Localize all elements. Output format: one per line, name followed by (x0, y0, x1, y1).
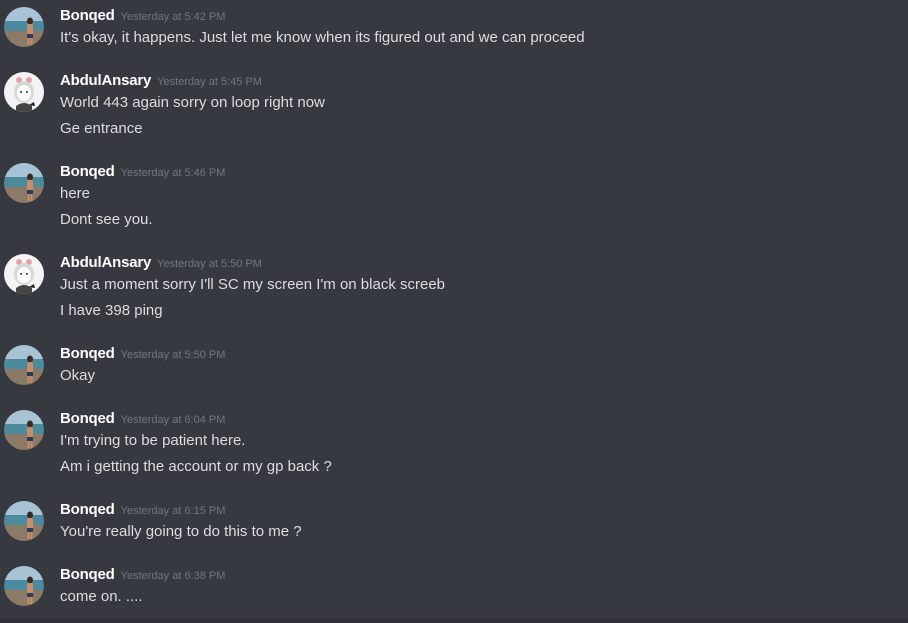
message-text: I'm trying to be patient here. (60, 432, 246, 449)
avatar[interactable] (4, 72, 44, 112)
message-header: Bonqed Yesterday at 5:46 PM (60, 163, 225, 183)
message-header: AbdulAnsary Yesterday at 5:50 PM (60, 254, 262, 274)
message-header: AbdulAnsary Yesterday at 5:45 PM (60, 72, 262, 92)
beach-photo-avatar-icon (4, 163, 44, 203)
avatar[interactable] (4, 345, 44, 385)
avatar[interactable] (4, 501, 44, 541)
timestamp: Yesterday at 6:38 PM (120, 570, 226, 582)
beach-photo-avatar-icon (4, 410, 44, 450)
message-text: Ge entrance (60, 120, 143, 137)
username[interactable]: Bonqed (60, 163, 115, 180)
message-text: World 443 again sorry on loop right now (60, 94, 325, 111)
message-header: Bonqed Yesterday at 6:38 PM (60, 566, 225, 586)
message-text: Just a moment sorry I'll SC my screen I'… (60, 276, 446, 293)
username[interactable]: Bonqed (60, 345, 115, 362)
beach-photo-avatar-icon (4, 7, 44, 47)
timestamp: Yesterday at 5:50 PM (120, 349, 226, 361)
username[interactable]: Bonqed (60, 501, 115, 518)
avatar[interactable] (4, 566, 44, 606)
message-header: Bonqed Yesterday at 6:04 PM (60, 410, 225, 430)
timestamp: Yesterday at 5:42 PM (120, 11, 226, 23)
chat-message-list: Bonqed Yesterday at 5:42 PM It's okay, it… (0, 0, 908, 623)
username[interactable]: Bonqed (60, 410, 115, 427)
avatar[interactable] (4, 254, 44, 294)
message-text: Dont see you. (60, 211, 153, 228)
timestamp: Yesterday at 5:45 PM (157, 76, 262, 88)
timestamp: Yesterday at 5:50 PM (157, 258, 262, 270)
timestamp: Yesterday at 5:46 PM (120, 167, 226, 179)
message-text: Am i getting the account or my gp back ? (60, 458, 332, 475)
message-text: come on. .... (60, 588, 143, 605)
cartoon-girl-avatar-icon (4, 72, 44, 112)
avatar[interactable] (4, 7, 44, 47)
divider (0, 619, 908, 623)
username[interactable]: AbdulAnsary (60, 254, 151, 271)
message-header: Bonqed Yesterday at 5:42 PM (60, 7, 225, 27)
message-header: Bonqed Yesterday at 6:15 PM (60, 501, 225, 521)
message-text: You're really going to do this to me ? (60, 523, 302, 540)
username[interactable]: AbdulAnsary (60, 72, 151, 89)
message-header: Bonqed Yesterday at 5:50 PM (60, 345, 225, 365)
username[interactable]: Bonqed (60, 566, 115, 583)
message-text: It's okay, it happens. Just let me know … (60, 29, 585, 46)
avatar[interactable] (4, 163, 44, 203)
message-text: Okay (60, 367, 96, 384)
timestamp: Yesterday at 6:15 PM (120, 505, 226, 517)
beach-photo-avatar-icon (4, 501, 44, 541)
message-text: here (60, 185, 91, 202)
cartoon-girl-avatar-icon (4, 254, 44, 294)
beach-photo-avatar-icon (4, 566, 44, 606)
message-text: I have 398 ping (60, 302, 163, 319)
beach-photo-avatar-icon (4, 345, 44, 385)
timestamp: Yesterday at 6:04 PM (120, 414, 226, 426)
avatar[interactable] (4, 410, 44, 450)
username[interactable]: Bonqed (60, 7, 115, 24)
